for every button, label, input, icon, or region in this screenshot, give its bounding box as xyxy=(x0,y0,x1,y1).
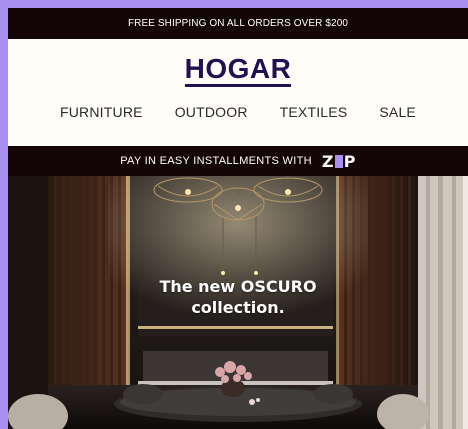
promo-text: FREE SHIPPING ON ALL ORDERS OVER $200 xyxy=(127,18,349,29)
email-frame: FREE SHIPPING ON ALL ORDERS OVER $200 HO… xyxy=(8,8,468,429)
main-nav: FURNITURE OUTDOOR TEXTILES SALE xyxy=(8,104,468,120)
hero-headline: The new OSCURO collection. xyxy=(8,276,468,318)
hero-line-2: collection. xyxy=(191,298,285,317)
nav-item-textiles[interactable]: TEXTILES xyxy=(280,104,348,120)
hero-line-1: The new OSCURO xyxy=(159,277,317,296)
brand-name[interactable]: HOGAR xyxy=(184,53,292,87)
brand-logo[interactable]: HOGAR xyxy=(8,53,468,87)
zip-logo: ZP xyxy=(321,151,356,171)
nav-item-outdoor[interactable]: OUTDOOR xyxy=(175,104,248,120)
nav-item-furniture[interactable]: FURNITURE xyxy=(60,104,143,120)
nav-item-sale[interactable]: SALE xyxy=(379,104,416,120)
promo-bar: FREE SHIPPING ON ALL ORDERS OVER $200 xyxy=(8,8,468,39)
installments-bar[interactable]: PAY IN EASY INSTALLMENTS WITH ZP xyxy=(8,146,468,176)
hero-banner[interactable]: The new OSCURO collection. xyxy=(8,176,468,429)
installments-text: PAY IN EASY INSTALLMENTS WITH xyxy=(120,155,312,167)
header: HOGAR FURNITURE OUTDOOR TEXTILES SALE xyxy=(8,39,468,146)
